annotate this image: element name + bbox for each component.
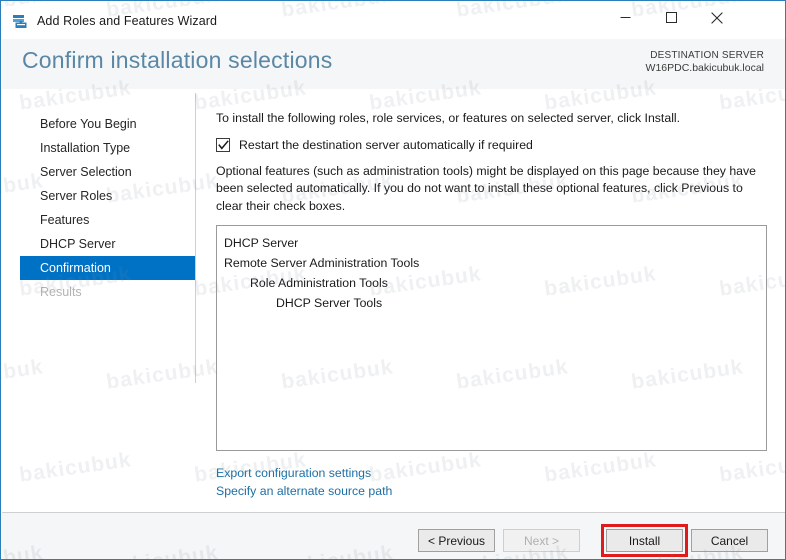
specify-alternate-source-path-link[interactable]: Specify an alternate source path	[216, 482, 392, 500]
maximize-icon	[665, 12, 677, 23]
sidebar-item-results: Results	[40, 285, 82, 299]
sidebar-item-features[interactable]: Features	[2, 208, 195, 232]
server-roles-icon	[11, 12, 29, 30]
cancel-button[interactable]: Cancel	[691, 529, 768, 552]
intro-text: To install the following roles, role ser…	[216, 111, 681, 125]
close-button[interactable]	[694, 2, 740, 33]
page-header: Confirm installation selections DESTINAT…	[2, 39, 785, 89]
destination-server-block: DESTINATION SERVER W16PDC.bakicubuk.loca…	[646, 49, 764, 75]
destination-server-label: DESTINATION SERVER	[650, 50, 764, 61]
window-title: Add Roles and Features Wizard	[37, 13, 218, 28]
minimize-icon	[620, 17, 630, 18]
wizard-body: Before You Begin Installation Type Serve…	[2, 89, 785, 512]
close-icon	[711, 11, 723, 24]
sidebar-item-before-you-begin[interactable]: Before You Begin	[2, 112, 195, 136]
maximize-button[interactable]	[648, 2, 694, 33]
list-item: DHCP Server Tools	[276, 296, 383, 310]
wizard-footer: < Previous Next > Install Cancel	[2, 512, 785, 559]
add-roles-wizard-window: Add Roles and Features Wizard Confirm in…	[0, 0, 786, 560]
list-item: Remote Server Administration Tools	[224, 256, 420, 270]
sidebar-item-dhcp-server[interactable]: DHCP Server	[2, 232, 195, 256]
destination-server-name: W16PDC.bakicubuk.local	[645, 62, 764, 74]
restart-checkbox-label: Restart the destination server automatic…	[239, 138, 533, 152]
sidebar-item-server-selection[interactable]: Server Selection	[2, 160, 195, 184]
optional-features-note: Optional features (such as administratio…	[216, 164, 757, 213]
wizard-step-nav: Before You Begin Installation Type Serve…	[2, 89, 195, 512]
export-configuration-settings-link[interactable]: Export configuration settings	[216, 464, 392, 482]
install-button[interactable]: Install	[606, 529, 683, 552]
main-pane: To install the following roles, role ser…	[195, 89, 785, 512]
list-item: DHCP Server	[224, 236, 299, 250]
minimize-button[interactable]	[602, 2, 648, 33]
sidebar-item-installation-type[interactable]: Installation Type	[2, 136, 195, 160]
footer-links: Export configuration settings Specify an…	[216, 464, 392, 500]
previous-button[interactable]: < Previous	[418, 529, 495, 552]
list-item: Role Administration Tools	[250, 276, 388, 290]
selected-features-listbox[interactable]: DHCP Server Remote Server Administration…	[216, 225, 767, 451]
sidebar-item-server-roles[interactable]: Server Roles	[2, 184, 195, 208]
restart-checkbox[interactable]	[216, 138, 230, 152]
next-button: Next >	[503, 529, 580, 552]
sidebar-item-confirmation[interactable]: Confirmation	[20, 256, 195, 280]
checkmark-icon	[217, 140, 229, 150]
page-title: Confirm installation selections	[22, 47, 333, 73]
title-bar: Add Roles and Features Wizard	[2, 2, 785, 39]
restart-checkbox-row[interactable]: Restart the destination server automatic…	[216, 138, 533, 152]
